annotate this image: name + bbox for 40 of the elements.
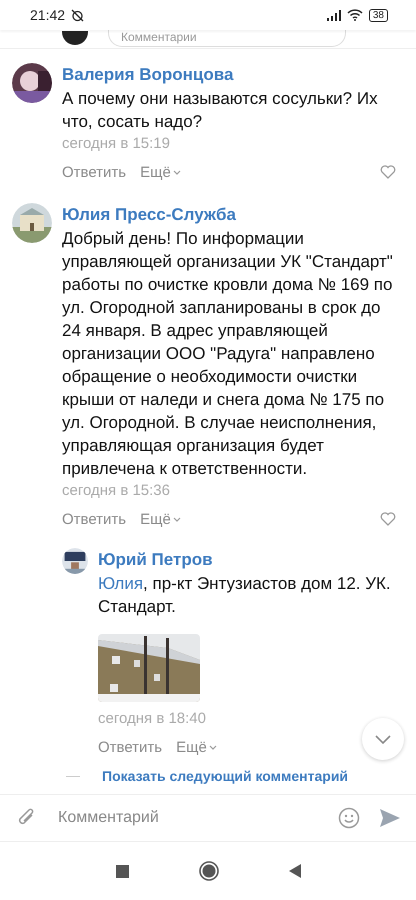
more-button[interactable]: Ещё xyxy=(176,738,217,756)
author-link[interactable]: Юрий Петров xyxy=(98,548,213,572)
comment-time: сегодня в 18:40 xyxy=(98,709,206,729)
smiley-icon[interactable] xyxy=(338,807,360,829)
comment-text: Добрый день! По информации управляющей организации УК "Стандарт" работы по очистке кровли дома № 169 по ул. Огородной запланированы в срок до 24 января. В адрес управляющей организации ООО "Радуга" направлено обращение о необходимости очистки крыши от наледи и снега дома № 175 по ул. Огородной. В случае неисполнения, управляющая организация будет привлечена к ответственности. xyxy=(62,228,394,480)
recents-button[interactable] xyxy=(116,864,128,878)
reply-button[interactable]: Ответить xyxy=(98,738,162,756)
avatar xyxy=(12,63,52,103)
chevron-down-icon xyxy=(375,734,391,744)
comment-input[interactable]: Комментарий xyxy=(58,809,318,827)
send-icon[interactable] xyxy=(380,809,400,827)
alarm-off-icon xyxy=(71,8,84,22)
comment-time: сегодня в 15:19 xyxy=(62,134,170,154)
caret-icon xyxy=(172,516,181,522)
comment-time: сегодня в 15:36 xyxy=(62,481,170,501)
comment-text: Юлия, пр-кт Энтузиастов дом 12. УК. Стандарт. xyxy=(98,573,392,618)
author-link[interactable]: Юлия Пресс-Служба xyxy=(62,203,236,227)
signal-icon xyxy=(326,10,341,20)
battery-icon: 38 xyxy=(368,8,388,22)
mention-link[interactable]: Юлия xyxy=(98,574,144,593)
reply-button[interactable]: Ответить xyxy=(62,164,126,180)
avatar xyxy=(12,203,52,243)
wifi-icon xyxy=(346,9,363,21)
like-icon[interactable] xyxy=(380,512,396,526)
comment-field[interactable]: Комментарии xyxy=(108,30,346,46)
caret-icon xyxy=(208,744,217,750)
scroll-down-button[interactable] xyxy=(362,718,404,760)
show-next-link[interactable]: Показать следующий комментарий xyxy=(102,768,348,784)
author-link[interactable]: Валерия Воронцова xyxy=(62,63,234,87)
avatar xyxy=(62,31,88,45)
more-button[interactable]: Ещё xyxy=(140,510,181,528)
reply-button[interactable]: Ответить xyxy=(62,510,126,528)
more-button[interactable]: Ещё xyxy=(140,164,181,180)
caret-icon xyxy=(172,170,181,174)
back-button[interactable] xyxy=(288,864,300,878)
comment-text: А почему они называются сосульки? Их что, сосать надо? xyxy=(62,88,379,133)
avatar xyxy=(62,548,88,574)
clock-time: 21:42 xyxy=(30,7,66,23)
home-button[interactable] xyxy=(198,861,218,881)
like-icon[interactable] xyxy=(380,165,396,179)
